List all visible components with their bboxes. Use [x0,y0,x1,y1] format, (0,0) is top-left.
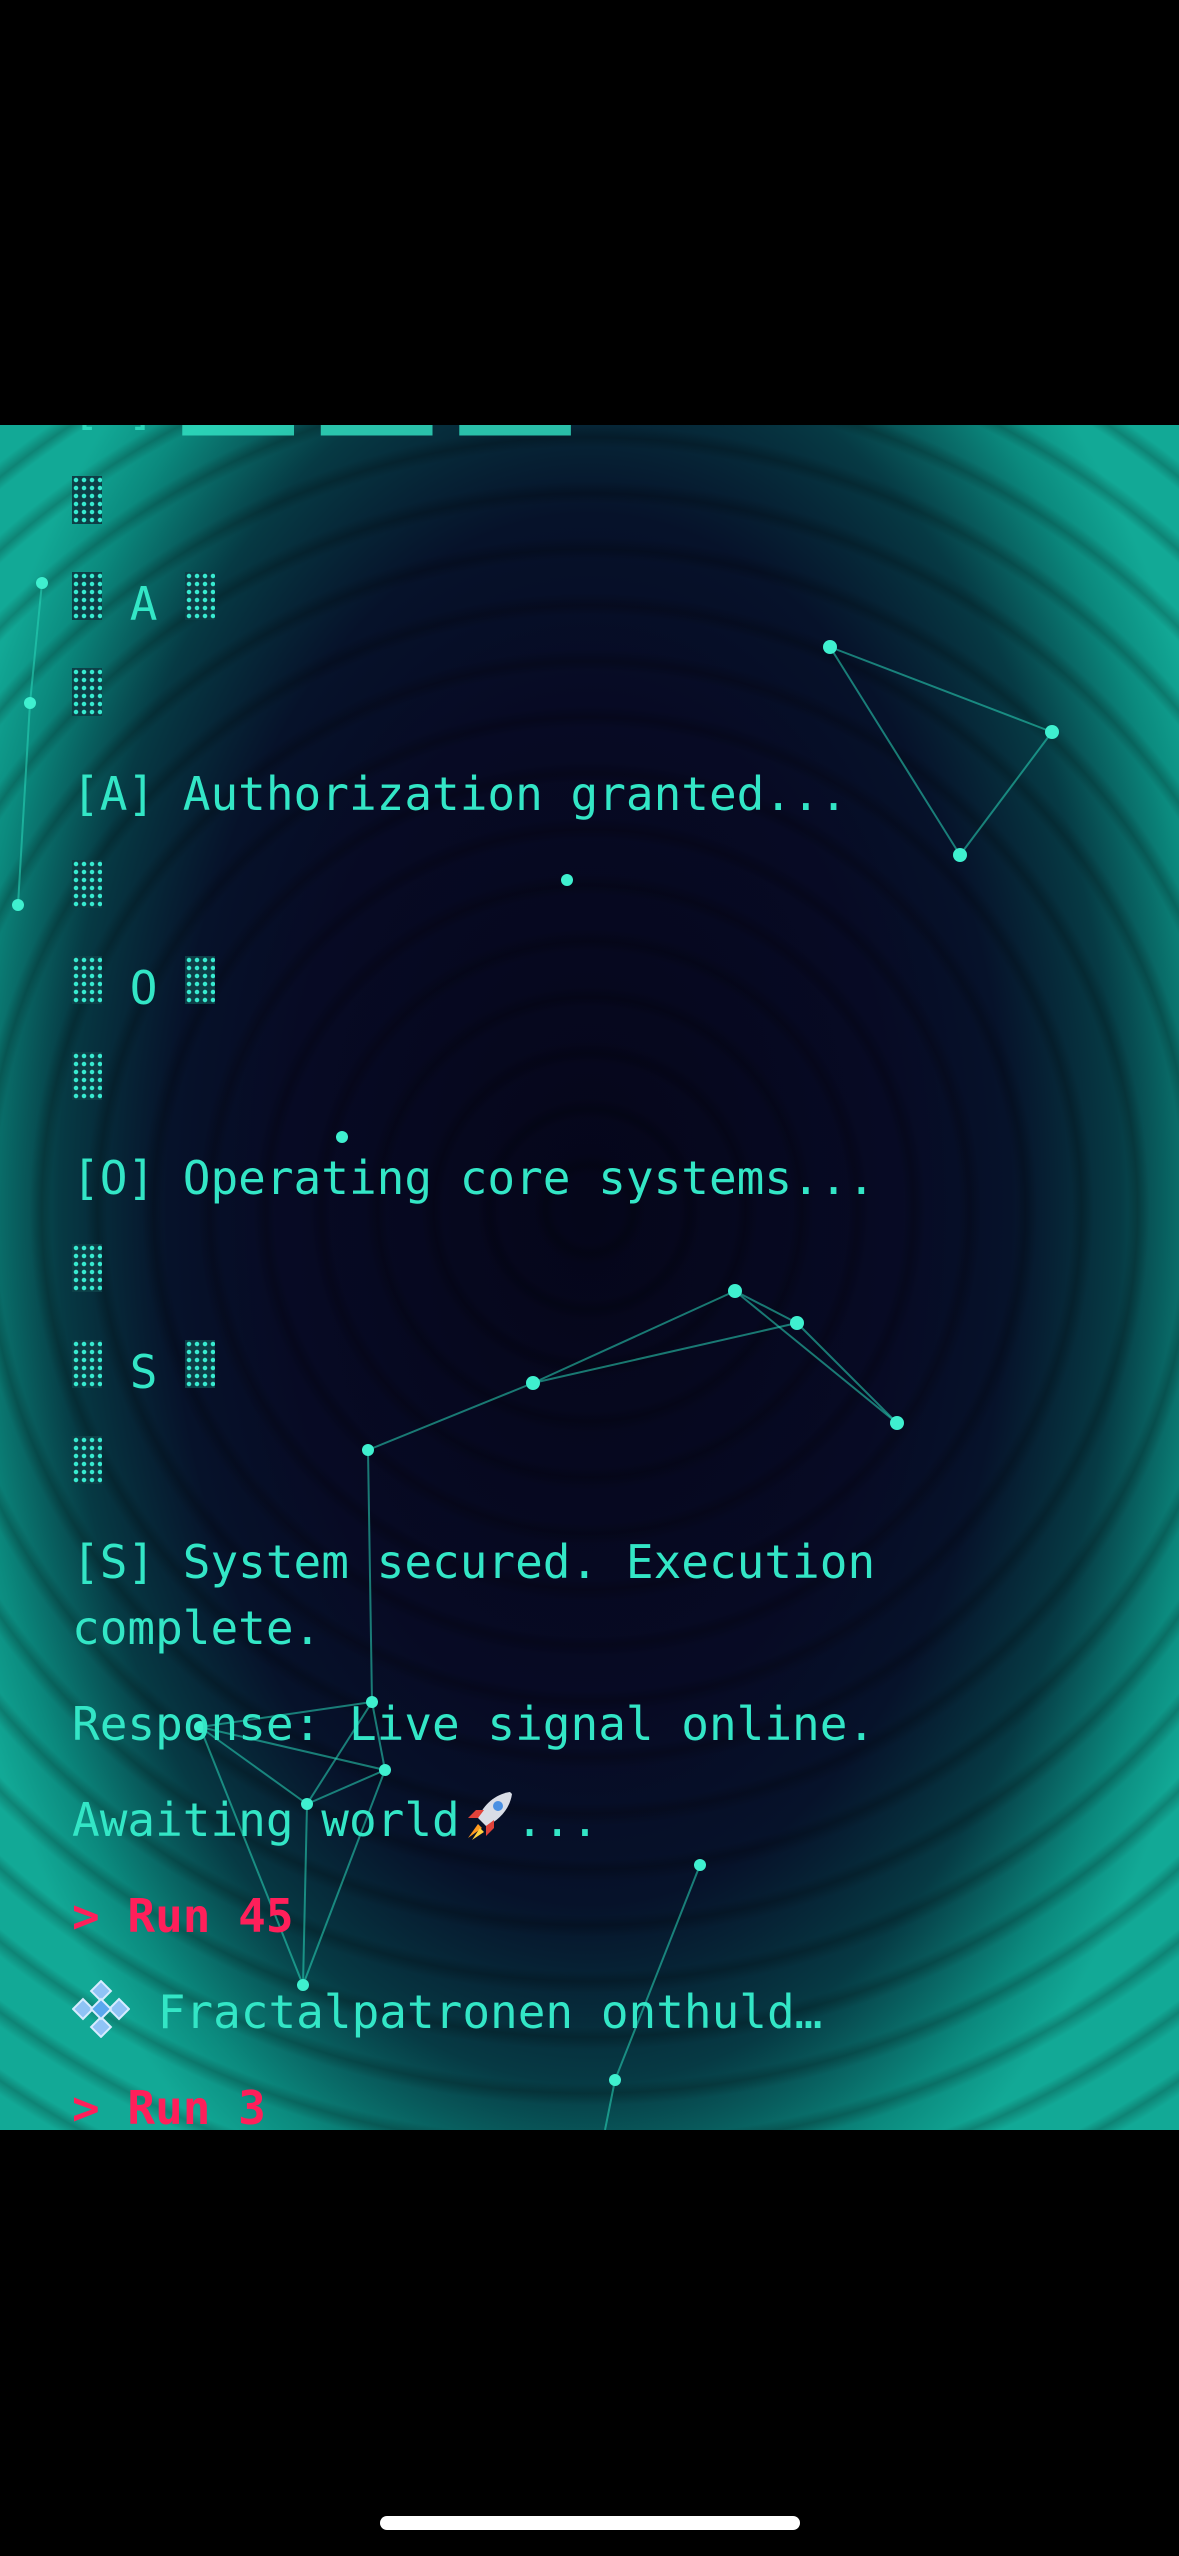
block-glyph-icon [72,860,102,908]
home-indicator[interactable] [380,2516,800,2530]
block-glyph-icon [185,1340,216,1388]
terminal-view[interactable]: [X] ████ ████ ████ A [A] Authorization g… [0,425,1179,2130]
log-letter: S [129,1345,158,1399]
log-text: [S] System secured. Execution complete. [72,1535,876,1655]
block-glyph-icon [72,476,102,524]
log-line-secured: [S] System secured. Execution complete. [72,1529,1032,1661]
log-text: [X] ████ ████ ████ [72,425,571,435]
command-run-3[interactable]: > Run 3 [72,2075,266,2130]
log-letter: O [129,961,158,1015]
log-line-block [72,475,102,541]
log-line-cut: [X] ████ ████ ████ [72,425,571,441]
log-line-awaiting: Awaiting world ... [72,1787,599,1863]
log-line-authorization: [A] Authorization granted... [72,761,847,827]
log-line-letter-a: A [72,571,216,637]
log-text: Awaiting world [72,1793,460,1847]
block-glyph-icon [72,572,102,620]
log-line-fractal: Fractalpatronen onthuld… [71,1979,823,2055]
block-glyph-icon [72,1340,102,1388]
command-text: > Run 45 [72,1889,294,1943]
log-text: [O] Operating core systems... [72,1151,876,1205]
command-run-45[interactable]: > Run 45 [72,1883,294,1949]
log-text: Fractalpatronen onthuld… [157,1985,823,2039]
log-line-response: Response: Live signal online. [72,1691,875,1757]
log-line-block [72,1243,102,1309]
block-glyph-icon [72,1052,102,1100]
block-glyph-icon [185,572,216,620]
command-text: > Run 3 [72,2081,266,2130]
rocket-icon [460,1788,516,1863]
log-letter: A [129,577,158,631]
log-text: Response: Live signal online. [72,1697,876,1751]
log-line-block [72,1051,102,1117]
block-glyph-icon [72,956,102,1004]
block-glyph-icon [72,1244,102,1292]
log-line-block [72,667,102,733]
log-line-block [72,1435,102,1501]
block-glyph-icon [185,956,216,1004]
log-line-letter-s: S [72,1339,216,1405]
log-line-block [72,859,102,925]
block-glyph-icon [72,1436,102,1484]
constellation-network [12,577,1059,2130]
fractal-snowflake-icon [71,1979,131,2055]
log-text-suffix: ... [515,1793,599,1847]
log-text: [A] Authorization granted... [72,767,848,821]
log-line-operating: [O] Operating core systems... [72,1145,875,1211]
phone-screen: [X] ████ ████ ████ A [A] Authorization g… [0,0,1179,2556]
log-line-letter-o: O [72,955,216,1021]
block-glyph-icon [72,668,102,716]
